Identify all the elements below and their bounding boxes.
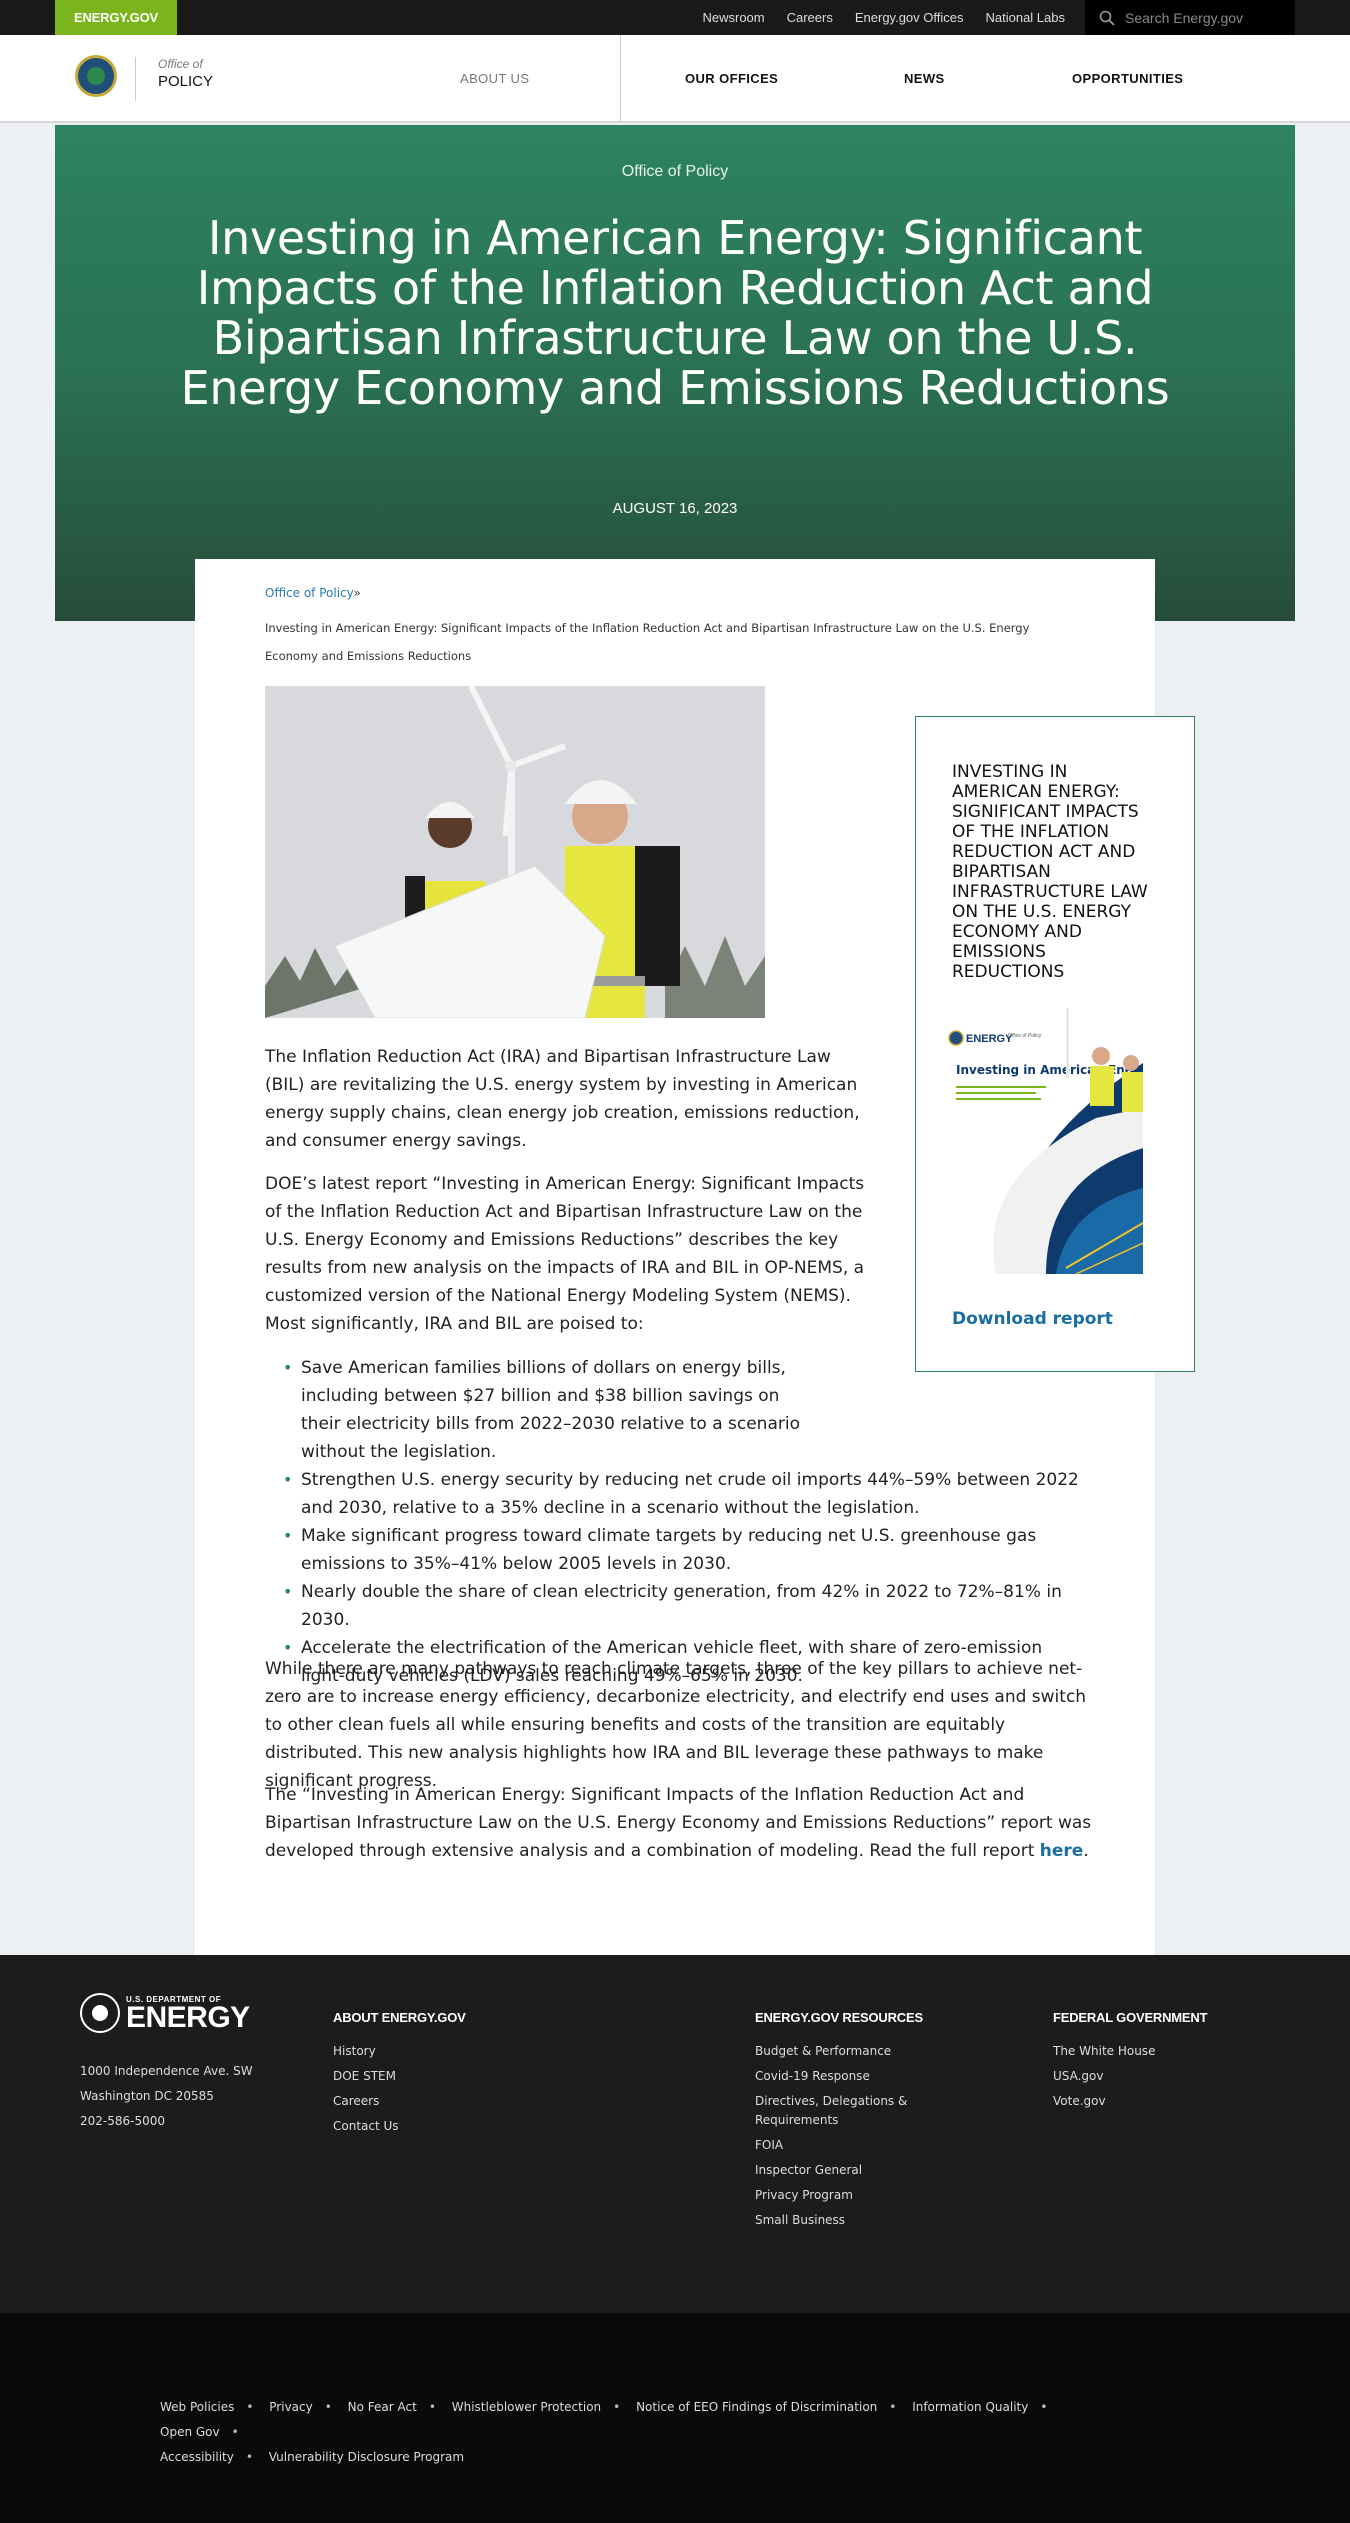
footer-link-foia[interactable]: FOIA [755, 2138, 783, 2152]
doe-seal-logo[interactable] [75, 55, 117, 97]
address-city: Washington DC 20585 [80, 2089, 214, 2103]
nav-news[interactable]: NEWS [904, 35, 945, 123]
search-box [1085, 0, 1295, 35]
legal-link-information-quality[interactable]: Information Quality [912, 2400, 1028, 2414]
list-item: Strengthen U.S. energy security by reduc… [283, 1466, 1083, 1522]
hero-banner: Office of Policy Investing in American E… [55, 125, 1295, 621]
legal-links: Web Policies • Privacy • No Fear Act • Whis… [160, 2395, 1120, 2470]
full-report-period: . [1083, 1841, 1089, 1861]
footer-address: 1000 Independence Ave. SW Washington DC … [80, 2059, 253, 2134]
energy-gov-home-link[interactable]: ENERGY.GOV [55, 0, 177, 35]
legal-footer: Web Policies • Privacy • No Fear Act • Whis… [0, 2313, 1350, 2523]
footer-logo-big-text: ENERGY [126, 2000, 250, 2034]
nav-about-us[interactable]: ABOUT US [460, 35, 529, 123]
utility-links: Newsroom Careers Energy.gov Offices Nati… [702, 0, 1065, 35]
cover-title: Investing in American Energy [956, 1063, 1143, 1077]
address-street: 1000 Independence Ave. SW [80, 2064, 253, 2078]
nav-divider [620, 35, 621, 123]
legal-separator: • [613, 2400, 621, 2414]
breadcrumb-current: Investing in American Energy: Significan… [265, 621, 1030, 663]
footer-column-title: ENERGY.GOV RESOURCES [755, 2010, 923, 2025]
legal-link-vulnerability-disclosure[interactable]: Vulnerability Disclosure Program [269, 2450, 464, 2464]
footer-link-small-business[interactable]: Small Business [755, 2213, 845, 2227]
nav-opportunities[interactable]: OPPORTUNITIES [1072, 35, 1183, 123]
full-report-here-link[interactable]: here [1040, 1841, 1084, 1861]
cover-office: Office of Policy [1008, 1033, 1042, 1039]
full-report-text: The “Investing in American Energy: Signi… [265, 1785, 1092, 1861]
legal-link-no-fear-act[interactable]: No Fear Act [348, 2400, 417, 2414]
footer-link-usa-gov[interactable]: USA.gov [1053, 2069, 1104, 2083]
legal-separator: • [428, 2400, 436, 2414]
legal-link-accessibility[interactable]: Accessibility [160, 2450, 234, 2464]
national-labs-link[interactable]: National Labs [986, 10, 1066, 25]
legal-separator: • [246, 2400, 254, 2414]
footer-link-white-house[interactable]: The White House [1053, 2044, 1155, 2058]
office-of-label: Office of [158, 57, 203, 71]
legal-separator: • [231, 2425, 239, 2439]
address-phone: 202-586-5000 [80, 2114, 166, 2128]
legal-link-privacy[interactable]: Privacy [269, 2400, 312, 2414]
legal-separator: • [1040, 2400, 1048, 2414]
article-paragraph-full-report: The “Investing in American Energy: Signi… [265, 1781, 1095, 1865]
publish-date: AUGUST 16, 2023 [612, 500, 738, 517]
list-item: Nearly double the share of clean electri… [283, 1578, 1083, 1634]
cover-brand: ENERGY [966, 1033, 1013, 1045]
key-findings-list: Save American families billions of dolla… [283, 1354, 1083, 1690]
site-footer: U.S. DEPARTMENT OF ENERGY 1000 Independe… [0, 1955, 1350, 2313]
list-item: Save American families billions of dolla… [283, 1354, 823, 1466]
search-icon[interactable] [1099, 10, 1115, 26]
footer-column-about: ABOUT ENERGY.GOV History DOE STEM Career… [333, 2010, 583, 2142]
office-logo[interactable]: Office of POLICY [135, 57, 213, 101]
legal-link-web-policies[interactable]: Web Policies [160, 2400, 234, 2414]
nav-our-offices[interactable]: OUR OFFICES [685, 35, 778, 123]
footer-doe-logo[interactable]: U.S. DEPARTMENT OF ENERGY [80, 1993, 250, 2033]
legal-link-open-gov[interactable]: Open Gov [160, 2425, 220, 2439]
footer-link-history[interactable]: History [333, 2044, 376, 2058]
office-name: POLICY [158, 73, 214, 90]
footer-link-contact-us[interactable]: Contact Us [333, 2119, 399, 2133]
careers-link[interactable]: Careers [787, 10, 833, 25]
legal-separator: • [889, 2400, 897, 2414]
article-paragraph-pathways: While there are many pathways to reach c… [265, 1659, 1087, 1791]
legal-link-whistleblower[interactable]: Whistleblower Protection [452, 2400, 601, 2414]
footer-link-vote-gov[interactable]: Vote.gov [1053, 2094, 1106, 2108]
footer-link-budget[interactable]: Budget & Performance [755, 2044, 891, 2058]
newsroom-link[interactable]: Newsroom [702, 10, 764, 25]
footer-link-doe-stem[interactable]: DOE STEM [333, 2069, 396, 2083]
legal-separator: • [245, 2450, 253, 2464]
footer-column-title: FEDERAL GOVERNMENT [1053, 2010, 1208, 2025]
footer-link-careers[interactable]: Careers [333, 2094, 379, 2108]
footer-link-privacy-program[interactable]: Privacy Program [755, 2188, 853, 2202]
footer-link-directives[interactable]: Directives, Delegations & Requirements [755, 2094, 907, 2127]
hero-office-label: Office of Policy [621, 163, 729, 180]
page-title: Investing in American Energy: Significan… [180, 211, 1170, 415]
breadcrumb: Office of Policy» [265, 586, 361, 600]
energy-gov-offices-link[interactable]: Energy.gov Offices [855, 10, 964, 25]
footer-seal-icon [80, 1993, 120, 2033]
workers-wind-turbine-photo [265, 686, 765, 1018]
footer-column-title: ABOUT ENERGY.GOV [333, 2010, 466, 2025]
download-report-link[interactable]: Download report [952, 1309, 1113, 1329]
article-paragraph-report: DOE’s latest report “Investing in Americ… [265, 1174, 865, 1334]
report-cover-image[interactable]: ENERGY Office of Policy Investing in Ame… [936, 1008, 1143, 1274]
utility-bar: ENERGY.GOV Newsroom Careers Energy.gov O… [0, 0, 1350, 35]
article-paragraph-intro: The Inflation Reduction Act (IRA) and Bi… [265, 1047, 860, 1151]
list-item: Make significant progress toward climate… [283, 1522, 1043, 1578]
breadcrumb-office-of-policy[interactable]: Office of Policy [265, 586, 354, 600]
site-header: Office of POLICY ABOUT US OUR OFFICES NE… [0, 35, 1350, 123]
footer-column-federal: FEDERAL GOVERNMENT The White House USA.g… [1053, 2010, 1273, 2117]
legal-separator: • [324, 2400, 332, 2414]
search-input[interactable] [1125, 9, 1285, 26]
report-title: Investing in American Energy: Significan… [952, 762, 1148, 982]
footer-link-inspector-general[interactable]: Inspector General [755, 2163, 862, 2177]
footer-link-covid[interactable]: Covid-19 Response [755, 2069, 870, 2083]
footer-column-resources: ENERGY.GOV RESOURCES Budget & Performanc… [755, 2010, 955, 2236]
breadcrumb-separator: » [353, 586, 361, 600]
legal-link-eeo-findings[interactable]: Notice of EEO Findings of Discrimination [636, 2400, 877, 2414]
report-sidebar-box: Investing in American Energy: Significan… [915, 716, 1195, 1372]
